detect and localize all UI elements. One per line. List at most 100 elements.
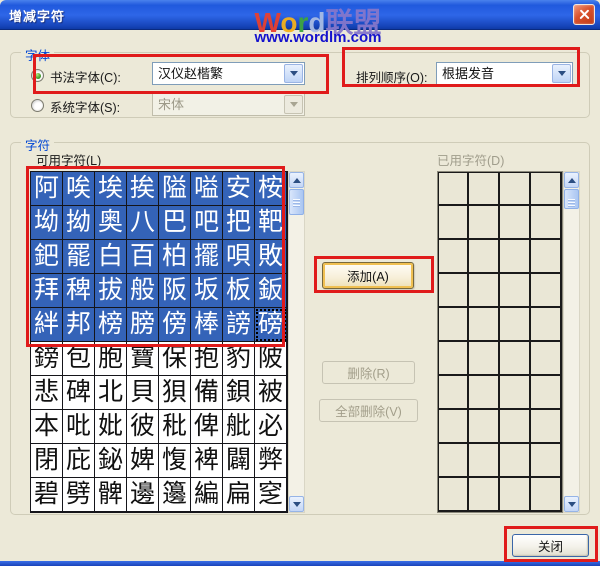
close-button[interactable] bbox=[573, 4, 595, 25]
available-char-cell[interactable]: 唉 bbox=[63, 172, 95, 206]
close-dialog-button[interactable]: 关闭 bbox=[512, 534, 589, 557]
available-char-cell[interactable]: 貝 bbox=[127, 376, 159, 410]
available-char-cell[interactable]: 鈀 bbox=[31, 240, 63, 274]
available-char-cell[interactable]: 謗 bbox=[223, 308, 255, 342]
available-char-cell[interactable]: 秕 bbox=[159, 410, 191, 444]
scroll-up-button[interactable] bbox=[564, 172, 579, 188]
used-char-cell[interactable] bbox=[531, 376, 562, 410]
available-char-cell[interactable]: 窆 bbox=[255, 478, 287, 512]
used-char-cell[interactable] bbox=[531, 308, 562, 342]
used-char-cell[interactable] bbox=[438, 240, 469, 274]
calligraphy-font-radio[interactable] bbox=[31, 69, 44, 82]
available-char-cell[interactable]: 鈑 bbox=[255, 274, 287, 308]
scroll-down-button[interactable] bbox=[289, 496, 304, 512]
available-char-cell[interactable]: 邦 bbox=[63, 308, 95, 342]
available-char-cell[interactable]: 吧 bbox=[191, 206, 223, 240]
available-char-cell[interactable]: 保 bbox=[159, 342, 191, 376]
used-char-cell[interactable] bbox=[531, 444, 562, 478]
scroll-up-button[interactable] bbox=[289, 172, 304, 188]
available-char-cell[interactable]: 擺 bbox=[191, 240, 223, 274]
available-char-cell[interactable]: 必 bbox=[255, 410, 287, 444]
used-char-cell[interactable] bbox=[469, 308, 500, 342]
used-char-cell[interactable] bbox=[531, 342, 562, 376]
available-char-cell[interactable]: 拔 bbox=[95, 274, 127, 308]
available-char-cell[interactable]: 阿 bbox=[31, 172, 63, 206]
used-char-grid[interactable] bbox=[437, 171, 563, 513]
available-char-cell[interactable]: 彼 bbox=[127, 410, 159, 444]
available-char-grid[interactable]: 阿唉埃挨隘嗌安桉坳拗奥八巴吧把靶鈀罷白百柏擺唄敗拜稗拔般阪坂板鈑絆邦榜膀傍棒謗磅… bbox=[30, 171, 288, 513]
scrollbar-thumb[interactable] bbox=[289, 189, 304, 215]
available-char-cell[interactable]: 膀 bbox=[127, 308, 159, 342]
available-char-cell[interactable]: 邊 bbox=[127, 478, 159, 512]
available-char-cell[interactable]: 舭 bbox=[223, 410, 255, 444]
available-char-cell[interactable]: 裨 bbox=[191, 444, 223, 478]
available-char-cell[interactable]: 阪 bbox=[159, 274, 191, 308]
used-char-cell[interactable] bbox=[469, 274, 500, 308]
used-char-cell[interactable] bbox=[500, 240, 531, 274]
available-char-cell[interactable]: 本 bbox=[31, 410, 63, 444]
used-char-cell[interactable] bbox=[531, 274, 562, 308]
available-char-cell[interactable]: 悲 bbox=[31, 376, 63, 410]
calligraphy-font-select[interactable]: 汉仪赵楷繁 bbox=[152, 62, 305, 85]
used-char-cell[interactable] bbox=[469, 172, 500, 206]
available-char-cell[interactable]: 隘 bbox=[159, 172, 191, 206]
used-char-cell[interactable] bbox=[500, 274, 531, 308]
available-char-cell[interactable]: 北 bbox=[95, 376, 127, 410]
available-char-cell[interactable]: 磅 bbox=[255, 308, 287, 342]
available-char-cell[interactable]: 劈 bbox=[63, 478, 95, 512]
available-char-cell[interactable]: 籩 bbox=[159, 478, 191, 512]
available-char-cell[interactable]: 碧 bbox=[31, 478, 63, 512]
available-char-cell[interactable]: 般 bbox=[127, 274, 159, 308]
available-char-cell[interactable]: 榜 bbox=[95, 308, 127, 342]
used-char-cell[interactable] bbox=[469, 240, 500, 274]
used-char-cell[interactable] bbox=[438, 342, 469, 376]
available-char-cell[interactable]: 板 bbox=[223, 274, 255, 308]
sort-order-dropdown-button[interactable] bbox=[552, 64, 571, 83]
available-char-cell[interactable]: 婢 bbox=[127, 444, 159, 478]
available-char-cell[interactable]: 髀 bbox=[95, 478, 127, 512]
system-font-radio[interactable] bbox=[31, 99, 44, 112]
available-char-cell[interactable]: 鋇 bbox=[223, 376, 255, 410]
available-char-cell[interactable]: 唄 bbox=[223, 240, 255, 274]
available-char-cell[interactable]: 吡 bbox=[63, 410, 95, 444]
scrollbar-thumb[interactable] bbox=[564, 189, 579, 209]
used-char-cell[interactable] bbox=[438, 444, 469, 478]
available-char-cell[interactable]: 白 bbox=[95, 240, 127, 274]
available-char-cell[interactable]: 奥 bbox=[95, 206, 127, 240]
available-char-cell[interactable]: 豹 bbox=[223, 342, 255, 376]
available-char-cell[interactable]: 碑 bbox=[63, 376, 95, 410]
used-char-cell[interactable] bbox=[438, 308, 469, 342]
available-char-cell[interactable]: 挨 bbox=[127, 172, 159, 206]
available-char-cell[interactable]: 罷 bbox=[63, 240, 95, 274]
used-char-cell[interactable] bbox=[438, 478, 469, 512]
available-char-cell[interactable]: 胞 bbox=[95, 342, 127, 376]
used-char-cell[interactable] bbox=[500, 172, 531, 206]
available-grid-scrollbar[interactable] bbox=[288, 171, 305, 513]
system-font-label[interactable]: 系统字体(S): bbox=[50, 97, 120, 116]
available-char-cell[interactable]: 埃 bbox=[95, 172, 127, 206]
available-char-cell[interactable]: 鎊 bbox=[31, 342, 63, 376]
used-char-cell[interactable] bbox=[438, 410, 469, 444]
available-char-cell[interactable]: 扁 bbox=[223, 478, 255, 512]
available-char-cell[interactable]: 百 bbox=[127, 240, 159, 274]
used-char-cell[interactable] bbox=[469, 410, 500, 444]
used-char-cell[interactable] bbox=[469, 444, 500, 478]
available-char-cell[interactable]: 八 bbox=[127, 206, 159, 240]
available-char-cell[interactable]: 妣 bbox=[95, 410, 127, 444]
available-char-cell[interactable]: 巴 bbox=[159, 206, 191, 240]
available-char-cell[interactable]: 棒 bbox=[191, 308, 223, 342]
available-char-cell[interactable]: 狽 bbox=[159, 376, 191, 410]
used-char-cell[interactable] bbox=[531, 478, 562, 512]
used-char-cell[interactable] bbox=[500, 308, 531, 342]
used-char-cell[interactable] bbox=[500, 376, 531, 410]
available-char-cell[interactable]: 稗 bbox=[63, 274, 95, 308]
available-char-cell[interactable]: 抱 bbox=[191, 342, 223, 376]
used-grid-scrollbar[interactable] bbox=[563, 171, 580, 513]
available-char-cell[interactable]: 備 bbox=[191, 376, 223, 410]
used-char-cell[interactable] bbox=[438, 274, 469, 308]
available-char-cell[interactable]: 柏 bbox=[159, 240, 191, 274]
available-char-cell[interactable]: 桉 bbox=[255, 172, 287, 206]
available-char-cell[interactable]: 拗 bbox=[63, 206, 95, 240]
available-char-cell[interactable]: 嗌 bbox=[191, 172, 223, 206]
available-char-cell[interactable]: 闢 bbox=[223, 444, 255, 478]
